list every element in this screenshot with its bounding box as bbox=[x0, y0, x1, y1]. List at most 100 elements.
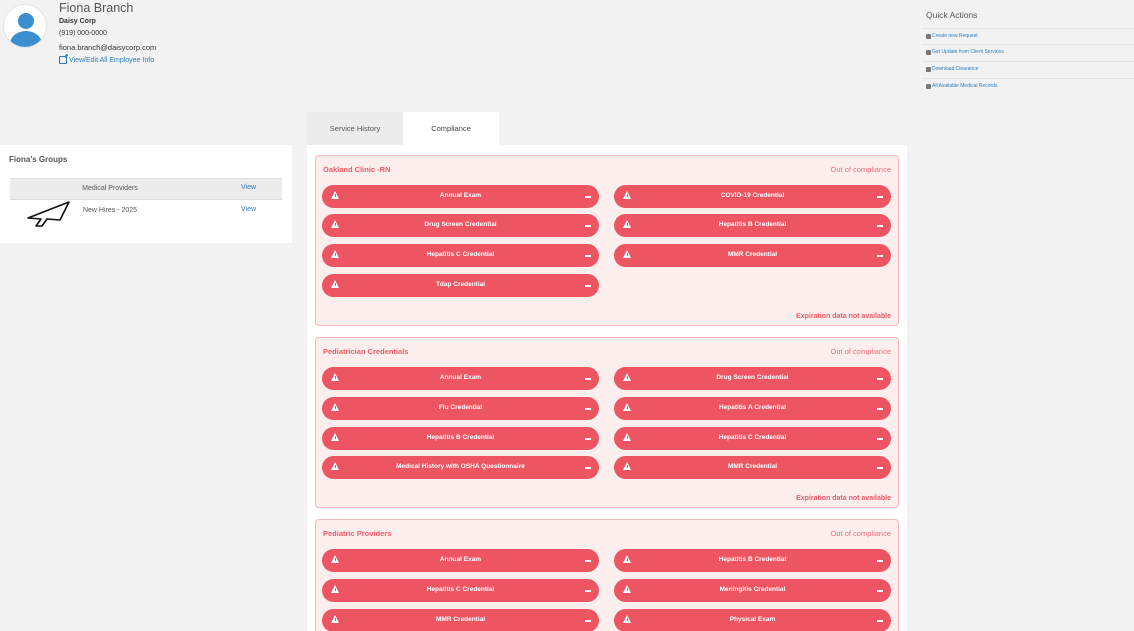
collapse-icon bbox=[585, 225, 591, 227]
group-view-link[interactable]: View bbox=[241, 206, 256, 213]
credential-pill[interactable]: Hepatitis C Credential bbox=[322, 244, 599, 267]
app-frame: Fiona Branch Daisy Corp (919) 000-0000 f… bbox=[0, 0, 1134, 631]
card-title: Pediatric Providers bbox=[323, 529, 392, 538]
collapse-icon bbox=[877, 620, 883, 622]
credential-pill[interactable]: Drug Screen Credential bbox=[614, 367, 891, 390]
warning-icon bbox=[331, 555, 339, 563]
expiration-note: Expiration data not available bbox=[796, 495, 891, 502]
compliance-card: Pediatrician Credentials Out of complian… bbox=[315, 337, 899, 508]
divider bbox=[922, 44, 1134, 45]
groups-title: Fiona's Groups bbox=[9, 155, 68, 164]
warning-icon bbox=[331, 462, 339, 470]
divider bbox=[922, 61, 1134, 62]
credential-pill[interactable]: MMR Credential bbox=[614, 456, 891, 479]
quick-action-label: Download Clearance bbox=[932, 66, 979, 72]
quick-action-get-update[interactable]: Get Update from Client Services bbox=[926, 49, 1004, 55]
compliance-card: Oakland Clinic -RN Out of compliance Ann… bbox=[315, 155, 899, 326]
warning-icon bbox=[623, 403, 631, 411]
collapse-icon bbox=[877, 590, 883, 592]
warning-icon bbox=[623, 555, 631, 563]
warning-icon bbox=[331, 585, 339, 593]
credential-pill[interactable]: Medical History with OSHA Questionnaire bbox=[322, 456, 599, 479]
collapse-icon bbox=[585, 438, 591, 440]
warning-icon bbox=[623, 250, 631, 258]
tab-service-history[interactable]: Service History bbox=[307, 112, 403, 145]
flag-icon bbox=[926, 49, 931, 55]
divider bbox=[922, 28, 1134, 29]
quick-action-medical-records[interactable]: All Available Medical Records bbox=[926, 83, 998, 89]
groups-panel: Fiona's Groups Medical Providers View Ne… bbox=[0, 145, 292, 243]
credential-pill[interactable]: Hepatitis B Credential bbox=[614, 549, 891, 572]
warning-icon bbox=[623, 191, 631, 199]
mouse-cursor-icon bbox=[27, 201, 70, 227]
card-title: Oakland Clinic -RN bbox=[323, 165, 391, 174]
credential-pill[interactable]: Annual Exam bbox=[322, 367, 599, 390]
compliance-status: Out of compliance bbox=[830, 165, 891, 174]
credential-label: Hepatitis A Credential bbox=[718, 404, 787, 411]
group-view-link[interactable]: View bbox=[241, 184, 256, 191]
view-edit-employee-label: View/Edit All Employee Info bbox=[69, 56, 155, 64]
warning-icon bbox=[331, 433, 339, 441]
credential-pill[interactable]: Physical Exam bbox=[614, 609, 891, 631]
collapse-icon bbox=[877, 196, 883, 198]
compliance-status: Out of compliance bbox=[830, 347, 891, 356]
credential-label: Hepatitis C Credential bbox=[426, 251, 495, 258]
collapse-icon bbox=[877, 255, 883, 257]
quick-action-label: All Available Medical Records bbox=[932, 83, 998, 89]
credential-pill[interactable]: Meningitis Credential bbox=[614, 579, 891, 602]
collapse-icon bbox=[877, 225, 883, 227]
credential-pill[interactable]: Annual Exam bbox=[322, 549, 599, 572]
compliance-status: Out of compliance bbox=[830, 529, 891, 538]
collapse-icon bbox=[585, 408, 591, 410]
collapse-icon bbox=[877, 408, 883, 410]
employee-name: Fiona Branch bbox=[59, 1, 134, 15]
quick-actions-title: Quick Actions bbox=[926, 10, 978, 20]
compliance-panel: Oakland Clinic -RN Out of compliance Ann… bbox=[307, 145, 907, 631]
warning-icon bbox=[331, 191, 339, 199]
credential-label: Medical History with OSHA Questionnaire bbox=[396, 463, 525, 470]
warning-icon bbox=[331, 250, 339, 258]
warning-icon bbox=[623, 462, 631, 470]
credential-pill[interactable]: Hepatitis B Credential bbox=[322, 427, 599, 450]
credential-label: Annual Exam bbox=[439, 556, 482, 563]
credential-pill[interactable]: Hepatitis A Credential bbox=[614, 397, 891, 420]
credential-label: Drug Screen Credential bbox=[716, 374, 789, 381]
credential-label: MMR Credential bbox=[727, 463, 778, 470]
warning-icon bbox=[331, 373, 339, 381]
credential-label: MMR Credential bbox=[727, 251, 778, 258]
collapse-icon bbox=[585, 255, 591, 257]
expiration-note: Expiration data not available bbox=[796, 313, 891, 320]
quick-action-create-request[interactable]: Create new Request bbox=[926, 33, 978, 39]
warning-icon bbox=[623, 220, 631, 228]
credential-pill[interactable]: Hepatitis C Credential bbox=[322, 579, 599, 602]
credential-pill[interactable]: COVID-19 Credential bbox=[614, 185, 891, 208]
collapse-icon bbox=[585, 560, 591, 562]
collapse-icon bbox=[877, 438, 883, 440]
collapse-icon bbox=[585, 378, 591, 380]
credential-label: Annual Exam bbox=[439, 374, 482, 381]
warning-icon bbox=[623, 433, 631, 441]
warning-icon bbox=[623, 373, 631, 381]
credential-pill[interactable]: Hepatitis C Credential bbox=[614, 427, 891, 450]
credential-label: Annual Exam bbox=[439, 192, 482, 199]
credential-pill[interactable]: MMR Credential bbox=[614, 244, 891, 267]
employee-email: fiona.branch@daisycorp.com bbox=[59, 43, 157, 52]
credential-pill[interactable]: Drug Screen Credential bbox=[322, 214, 599, 237]
credential-pill[interactable]: Flu Credential bbox=[322, 397, 599, 420]
collapse-icon bbox=[585, 285, 591, 287]
credential-pill[interactable]: Hepatitis B Credential bbox=[614, 214, 891, 237]
credential-pill[interactable]: Tdap Credential bbox=[322, 274, 599, 297]
view-edit-employee-link[interactable]: View/Edit All Employee Info bbox=[59, 56, 154, 64]
card-title: Pediatrician Credentials bbox=[323, 347, 409, 356]
credential-label: Hepatitis C Credential bbox=[426, 586, 495, 593]
warning-icon bbox=[623, 585, 631, 593]
collapse-icon bbox=[877, 560, 883, 562]
avatar-head-icon bbox=[18, 13, 34, 29]
credential-label: Hepatitis B Credential bbox=[718, 221, 787, 228]
credential-label: Hepatitis C Credential bbox=[718, 434, 787, 441]
tab-compliance[interactable]: Compliance bbox=[403, 112, 499, 145]
credential-label: Flu Credential bbox=[438, 404, 483, 411]
credential-pill[interactable]: Annual Exam bbox=[322, 185, 599, 208]
credential-pill[interactable]: MMR Credential bbox=[322, 609, 599, 631]
quick-action-download-clearance[interactable]: Download Clearance bbox=[926, 66, 978, 72]
